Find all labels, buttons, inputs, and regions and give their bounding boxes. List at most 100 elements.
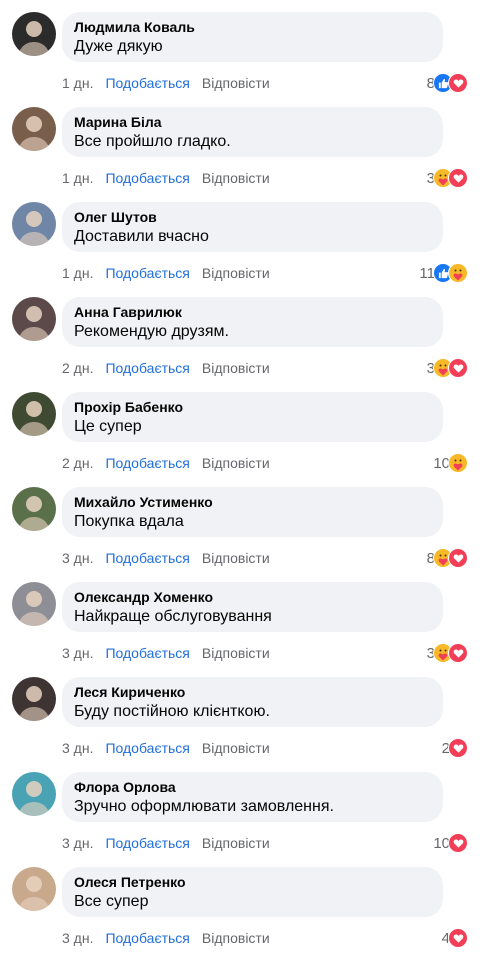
like-button[interactable]: Подобається — [105, 170, 189, 186]
like-button[interactable]: Подобається — [105, 550, 189, 566]
comment-text: Рекомендую друзям. — [74, 323, 229, 340]
comment-text: Дуже дякую — [74, 38, 163, 55]
like-button[interactable]: Подобається — [105, 75, 189, 91]
reactions-summary[interactable]: 3 — [427, 642, 468, 664]
comment-item: Прохір Бабенко Це супер 2 дн. Подобається Ві… — [0, 380, 480, 475]
comment-time[interactable]: 2 дн. — [62, 360, 93, 376]
comment-author[interactable]: Прохір Бабенко — [74, 398, 431, 416]
comment-actions: 1 дн. Подобається Відповісти — [62, 264, 282, 282]
avatar[interactable] — [12, 392, 56, 436]
comment-text: Все супер — [74, 893, 149, 910]
comment-item: Флора Орлова Зручно оформлювати замовленн… — [0, 760, 480, 855]
reactions-summary[interactable]: 10 — [433, 452, 468, 474]
reactions-summary[interactable]: 8 — [427, 547, 468, 569]
avatar[interactable] — [12, 867, 56, 911]
comment-item: Олександр Хоменко Найкраще обслуговування… — [0, 570, 480, 665]
reactions-summary[interactable]: 8 — [427, 72, 468, 94]
comment-time[interactable]: 3 дн. — [62, 930, 93, 946]
avatar[interactable] — [12, 202, 56, 246]
care-reaction-icon — [448, 263, 468, 283]
reply-button[interactable]: Відповісти — [202, 835, 270, 851]
comment-bubble: Леся Кириченко Буду постійною клієнткою. — [62, 677, 443, 727]
comment-bubble: Олеся Петренко Все супер — [62, 867, 443, 917]
comment-author[interactable]: Михайло Устименко — [74, 493, 431, 511]
reply-button[interactable]: Відповісти — [202, 360, 270, 376]
comment-actions: 3 дн. Подобається Відповісти — [62, 739, 282, 757]
comment-actions: 3 дн. Подобається Відповісти — [62, 834, 282, 852]
reply-button[interactable]: Відповісти — [202, 75, 270, 91]
reactions-summary[interactable]: 10 — [433, 832, 468, 854]
avatar[interactable] — [12, 677, 56, 721]
avatar[interactable] — [12, 12, 56, 56]
comment-text: Буду постійною клієнткою. — [74, 703, 270, 720]
reply-button[interactable]: Відповісти — [202, 455, 270, 471]
love-reaction-icon — [448, 928, 468, 948]
love-reaction-icon — [448, 833, 468, 853]
love-reaction-icon — [448, 738, 468, 758]
reply-button[interactable]: Відповісти — [202, 930, 270, 946]
reactions-summary[interactable]: 4 — [442, 927, 468, 949]
love-reaction-icon — [448, 168, 468, 188]
comment-actions: 3 дн. Подобається Відповісти — [62, 644, 282, 662]
comment-actions: 1 дн. Подобається Відповісти — [62, 74, 282, 92]
comment-time[interactable]: 1 дн. — [62, 265, 93, 281]
comment-time[interactable]: 1 дн. — [62, 75, 93, 91]
comment-text: Покупка вдала — [74, 513, 184, 530]
comment-actions: 2 дн. Подобається Відповісти — [62, 454, 282, 472]
like-button[interactable]: Подобається — [105, 930, 189, 946]
avatar[interactable] — [12, 772, 56, 816]
reactions-summary[interactable]: 3 — [427, 167, 468, 189]
avatar[interactable] — [12, 107, 56, 151]
comment-author[interactable]: Анна Гаврилюк — [74, 303, 431, 321]
comment-bubble: Флора Орлова Зручно оформлювати замовленн… — [62, 772, 443, 822]
reply-button[interactable]: Відповісти — [202, 265, 270, 281]
comment-author[interactable]: Марина Біла — [74, 113, 431, 131]
reply-button[interactable]: Відповісти — [202, 740, 270, 756]
reply-button[interactable]: Відповісти — [202, 645, 270, 661]
comment-time[interactable]: 3 дн. — [62, 550, 93, 566]
comment-actions: 3 дн. Подобається Відповісти — [62, 929, 282, 947]
reactions-summary[interactable]: 3 — [427, 357, 468, 379]
reactions-summary[interactable]: 11 — [419, 262, 468, 284]
comment-author[interactable]: Олександр Хоменко — [74, 588, 431, 606]
comment-time[interactable]: 3 дн. — [62, 835, 93, 851]
comment-author[interactable]: Олег Шутов — [74, 208, 431, 226]
like-button[interactable]: Подобається — [105, 265, 189, 281]
comment-bubble: Марина Біла Все пройшло гладко. — [62, 107, 443, 157]
comment-bubble: Олександр Хоменко Найкраще обслуговування — [62, 582, 443, 632]
comment-item: Леся Кириченко Буду постійною клієнткою. 3… — [0, 665, 480, 760]
comment-text: Все пройшло гладко. — [74, 133, 231, 150]
reply-button[interactable]: Відповісти — [202, 550, 270, 566]
comment-author[interactable]: Олеся Петренко — [74, 873, 431, 891]
avatar[interactable] — [12, 582, 56, 626]
like-button[interactable]: Подобається — [105, 645, 189, 661]
comment-item: Марина Біла Все пройшло гладко. 1 дн. Подоб… — [0, 95, 480, 190]
love-reaction-icon — [448, 358, 468, 378]
comment-author[interactable]: Леся Кириченко — [74, 683, 431, 701]
love-reaction-icon — [448, 73, 468, 93]
comment-time[interactable]: 1 дн. — [62, 170, 93, 186]
comment-item: Михайло Устименко Покупка вдала 3 дн. Подоб… — [0, 475, 480, 570]
comment-time[interactable]: 3 дн. — [62, 645, 93, 661]
avatar[interactable] — [12, 297, 56, 341]
comment-author[interactable]: Флора Орлова — [74, 778, 431, 796]
comment-item: Людмила Коваль Дуже дякую 1 дн. Подобається… — [0, 0, 480, 95]
reactions-summary[interactable]: 2 — [442, 737, 468, 759]
like-button[interactable]: Подобається — [105, 835, 189, 851]
avatar[interactable] — [12, 487, 56, 531]
comment-author[interactable]: Людмила Коваль — [74, 18, 431, 36]
comment-actions: 1 дн. Подобається Відповісти — [62, 169, 282, 187]
comment-text: Зручно оформлювати замовлення. — [74, 798, 334, 815]
comment-time[interactable]: 3 дн. — [62, 740, 93, 756]
like-button[interactable]: Подобається — [105, 360, 189, 376]
like-button[interactable]: Подобається — [105, 455, 189, 471]
comment-actions: 3 дн. Подобається Відповісти — [62, 549, 282, 567]
comment-item: Анна Гаврилюк Рекомендую друзям. 2 дн. Подо… — [0, 285, 480, 380]
comment-time[interactable]: 2 дн. — [62, 455, 93, 471]
comment-bubble: Прохір Бабенко Це супер — [62, 392, 443, 442]
comment-bubble: Олег Шутов Доставили вчасно — [62, 202, 443, 252]
reply-button[interactable]: Відповісти — [202, 170, 270, 186]
like-button[interactable]: Подобається — [105, 740, 189, 756]
comment-item: Олег Шутов Доставили вчасно 1 дн. Подобаєть… — [0, 190, 480, 285]
comment-item: Олеся Петренко Все супер 3 дн. Подобається В… — [0, 855, 480, 950]
